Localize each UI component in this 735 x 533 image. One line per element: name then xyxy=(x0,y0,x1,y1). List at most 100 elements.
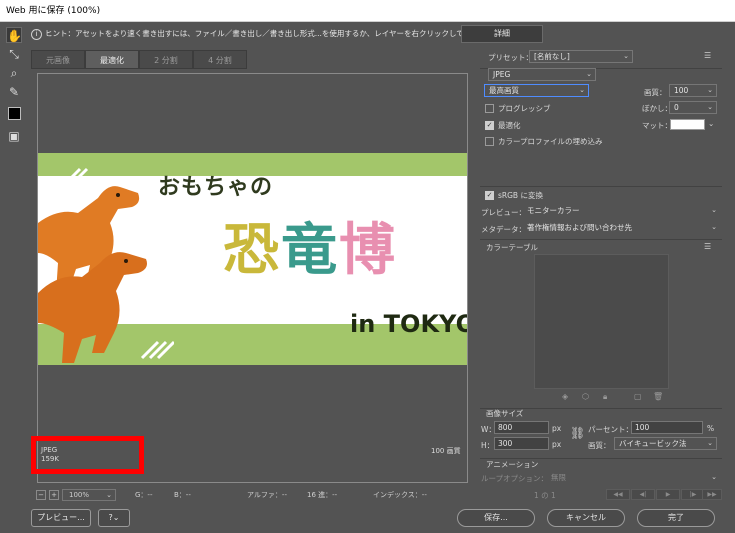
preset-label: プリセット： xyxy=(488,53,533,62)
banner-subtitle: おもちゃの xyxy=(158,175,274,200)
dinosaur-toy-image xyxy=(38,186,147,363)
banner-image: おもちゃの 恐竜博 in TOKYO xyxy=(38,153,467,365)
color-table[interactable] xyxy=(534,254,669,389)
tab-original[interactable]: 元画像 xyxy=(31,50,85,69)
hand-tool-icon[interactable]: ✋ xyxy=(6,27,22,43)
toggle-slices-icon[interactable]: ▣ xyxy=(6,128,22,144)
blur-label: ぼかし： xyxy=(642,104,672,113)
preview-browser-button[interactable]: プレビュー... xyxy=(31,509,91,527)
width-input[interactable]: 800 xyxy=(494,421,549,434)
chevron-down-icon: ⌄ xyxy=(711,206,717,214)
format-select[interactable]: JPEG ⌄ xyxy=(488,68,596,81)
chevron-down-icon: ⌄ xyxy=(711,473,717,481)
chevron-down-icon: ⌄ xyxy=(106,491,112,499)
blur-input[interactable]: 0 ⌄ xyxy=(669,101,717,114)
chevron-down-icon: ⌄ xyxy=(707,439,713,447)
color-readout-g: G：-- xyxy=(135,491,153,499)
new-color-icon[interactable]: ▢ xyxy=(634,392,642,401)
window-title: Web 用に保存 (100%) xyxy=(0,0,735,22)
loop-select: 無限 ⌄ xyxy=(551,473,717,482)
zoom-out-button[interactable]: − xyxy=(36,490,46,500)
height-unit: px xyxy=(552,440,562,449)
percent-label: パーセント： xyxy=(588,425,633,434)
chevron-down-icon: ⌄ xyxy=(623,52,629,60)
loop-label: ループオプション： xyxy=(481,474,549,483)
progressive-label: プログレッシブ xyxy=(498,104,551,113)
tab-2-up[interactable]: 2 分割 xyxy=(139,50,193,69)
metadata-select[interactable]: 著作権情報および問い合わせ先 ⌄ xyxy=(522,221,721,234)
preview-quality: 100 画質 xyxy=(431,447,461,455)
index-readout: インデックス：-- xyxy=(373,491,427,499)
first-frame-button: ◀◀ xyxy=(606,489,630,500)
bottom-info-bar: − + 100% ⌄ G：-- B：-- アルファ：-- 16 進：-- インデッ… xyxy=(31,488,474,502)
web-shift-icon[interactable]: ⬡ xyxy=(582,392,589,401)
color-readout-b: B：-- xyxy=(174,491,191,499)
resample-label: 画質： xyxy=(588,441,611,450)
link-constrain-icon[interactable]: ⛓ xyxy=(570,426,585,440)
preview-label: プレビュー： xyxy=(481,208,526,217)
slice-select-tool-icon[interactable]: ⤡ xyxy=(6,46,22,62)
zoom-in-button[interactable]: + xyxy=(49,490,59,500)
help-icon[interactable]: ?⌄ xyxy=(98,509,130,527)
delete-color-icon[interactable]: 🗑︎ xyxy=(653,392,663,401)
chevron-down-icon: ⌄ xyxy=(579,86,585,94)
embed-profile-label: カラープロファイルの埋め込み xyxy=(498,137,603,146)
embed-profile-checkbox[interactable] xyxy=(485,137,494,146)
metadata-label: メタデータ： xyxy=(481,225,526,234)
matte-label: マット： xyxy=(642,121,672,130)
color-table-menu-icon[interactable]: ☰ xyxy=(704,242,711,251)
percent-unit: % xyxy=(707,424,715,433)
color-table-title: カラーテーブル xyxy=(486,243,539,252)
banner-title: 恐竜博 xyxy=(223,218,397,283)
resample-select[interactable]: バイキュービック法 ⌄ xyxy=(614,437,717,450)
preview-select[interactable]: モニターカラー ⌄ xyxy=(522,204,721,217)
settings-panel: プリセット： [名前なし] ⌄ ☰ JPEG ⌄ 最高画質 ⌄ 画質： 100 ⌄ プロ… xyxy=(476,46,726,504)
quality-preset-select[interactable]: 最高画質 ⌄ xyxy=(484,84,589,97)
save-button[interactable]: 保存... xyxy=(457,509,535,527)
chevron-down-icon: ⌄ xyxy=(707,86,713,94)
banner-location: in TOKYO xyxy=(350,310,467,338)
done-button[interactable]: 完了 xyxy=(637,509,715,527)
animation-title: アニメーション xyxy=(486,460,539,469)
toolbar: ✋ ⤡ ⌕ ✎ ▣ xyxy=(0,24,28,504)
panel-menu-icon[interactable]: ☰ xyxy=(704,51,711,60)
hint-text: ヒント：アセットをより速く書き出すには、ファイル／書き出し／書き出し形式...を… xyxy=(45,29,474,38)
prev-frame-button: ◀| xyxy=(631,489,655,500)
lock-color-icon[interactable]: 🔒︎ xyxy=(603,392,607,402)
srgb-checkbox[interactable]: ✓ xyxy=(485,191,494,200)
tab-optimized[interactable]: 最適化 xyxy=(85,50,139,69)
info-icon: i xyxy=(31,28,42,40)
matte-color-swatch[interactable] xyxy=(670,119,705,130)
image-size-title: 画像サイズ xyxy=(486,409,524,418)
optimized-label: 最適化 xyxy=(498,121,521,130)
chevron-down-icon: ⌄ xyxy=(586,70,592,78)
height-input[interactable]: 300 xyxy=(494,437,549,450)
quality-input[interactable]: 100 ⌄ xyxy=(669,84,717,97)
progressive-checkbox[interactable] xyxy=(485,104,494,113)
hex-readout: 16 進：-- xyxy=(307,491,338,499)
percent-input[interactable]: 100 xyxy=(631,421,703,434)
height-label: H： xyxy=(481,441,495,450)
preset-select[interactable]: [名前なし] ⌄ xyxy=(529,50,633,63)
hint-bar: i ヒント：アセットをより速く書き出すには、ファイル／書き出し／書き出し形式...… xyxy=(31,24,474,44)
srgb-label: sRGB に変換 xyxy=(498,191,543,200)
eyedropper-color-swatch[interactable] xyxy=(8,107,21,120)
red-highlight-annotation xyxy=(31,436,144,474)
zoom-select[interactable]: 100% ⌄ xyxy=(62,489,116,501)
chevron-down-icon: ⌄ xyxy=(711,223,717,231)
alpha-readout: アルファ：-- xyxy=(247,491,287,499)
quality-label: 画質： xyxy=(644,88,667,97)
play-button: ▶ xyxy=(656,489,680,500)
frame-counter: 1 の 1 xyxy=(534,491,556,500)
zoom-tool-icon[interactable]: ⌕ xyxy=(6,65,22,81)
chevron-down-icon: ⌄ xyxy=(707,103,713,111)
preview-canvas[interactable]: おもちゃの 恐竜博 in TOKYO xyxy=(37,73,468,483)
last-frame-button: ▶▶ xyxy=(702,489,722,500)
tab-4-up[interactable]: 4 分割 xyxy=(193,50,247,69)
cancel-button[interactable]: キャンセル xyxy=(547,509,625,527)
eyedropper-tool-icon[interactable]: ✎ xyxy=(6,84,22,100)
map-color-icon[interactable]: ◈ xyxy=(562,392,568,401)
chevron-down-icon[interactable]: ⌄ xyxy=(708,119,714,128)
optimized-checkbox[interactable]: ✓ xyxy=(485,121,494,130)
detail-button[interactable]: 詳細 xyxy=(461,25,543,43)
